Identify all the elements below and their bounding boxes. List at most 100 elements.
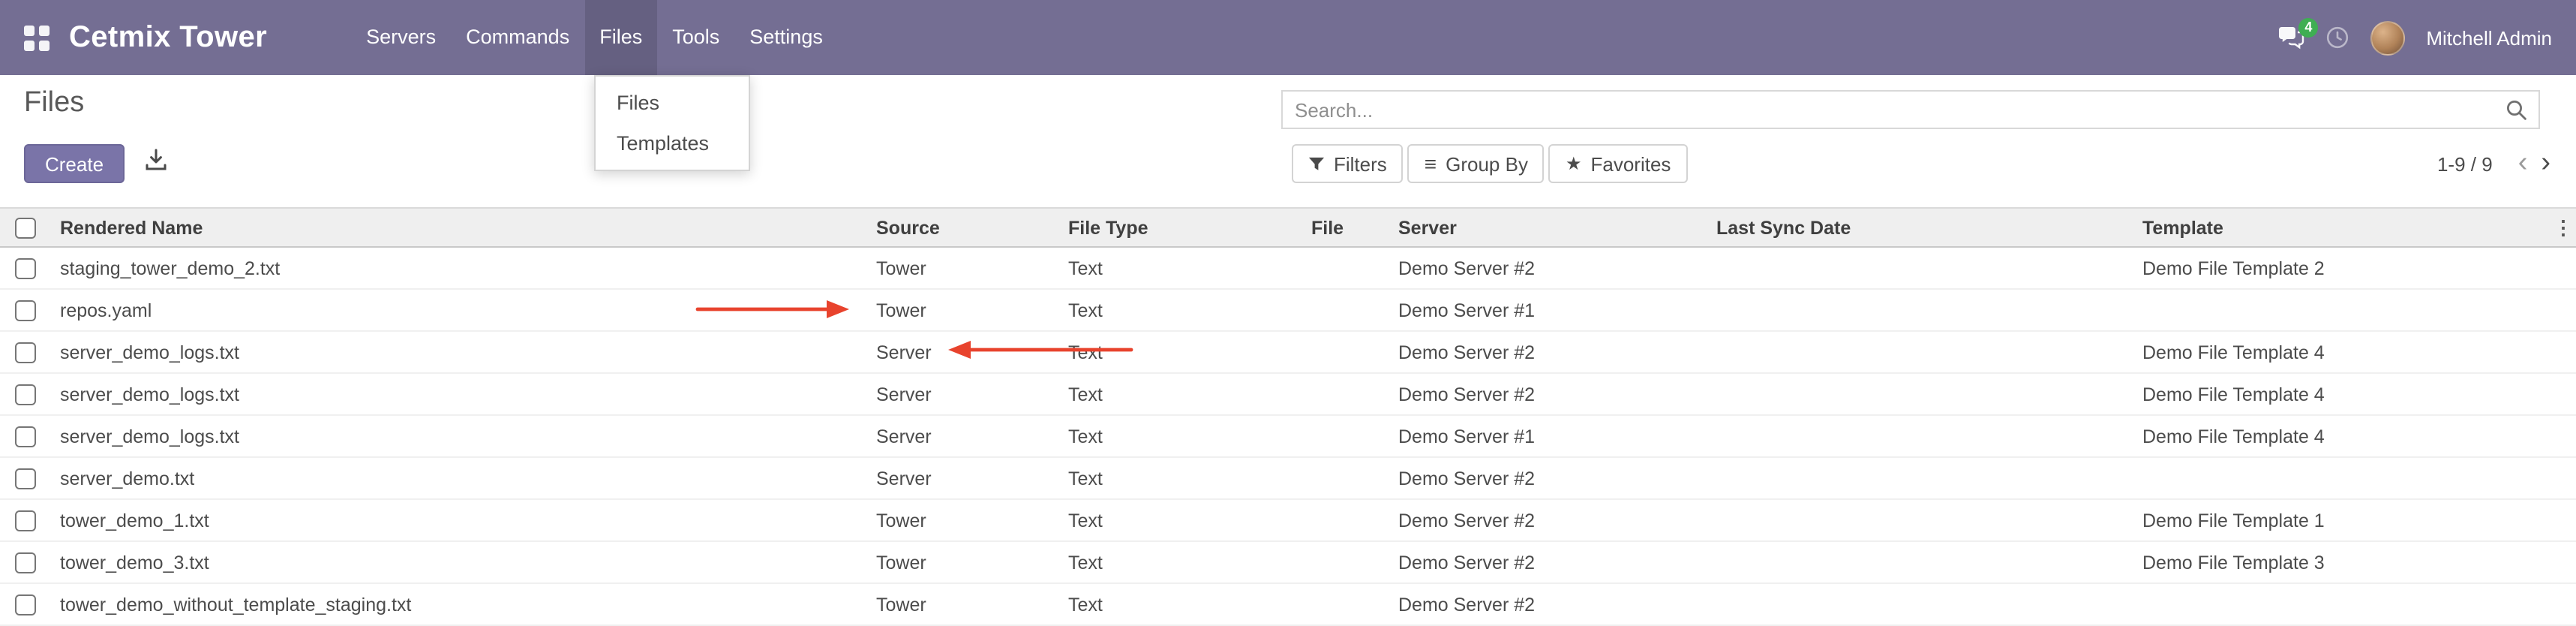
select-all-checkbox[interactable] [15,218,36,239]
files-menu-dropdown: Files Templates [594,75,750,171]
row-checkbox-cell [0,499,54,541]
cell-file [1305,247,1392,289]
cell-file-type: Text [1062,331,1305,373]
cell-file-type: Text [1062,247,1305,289]
cell-last-sync [1710,499,2136,541]
search-options: Filters ≡ Group By ★ Favorites [1292,144,1687,183]
pager-previous-button[interactable]: ‹ [2518,144,2528,183]
search-icon[interactable] [2505,98,2528,121]
cell-last-sync [1710,457,2136,499]
col-file-type[interactable]: File Type [1062,208,1305,247]
filter-funnel-icon [1308,155,1325,172]
cell-file [1305,499,1392,541]
cell-last-sync [1710,541,2136,583]
row-checkbox[interactable] [15,594,36,615]
navbar-systray: 4 Mitchell Admin [2277,20,2576,55]
cell-file-type: Text [1062,415,1305,457]
cell-rendered-name: server_demo_logs.txt [54,415,870,457]
cell-source: Server [870,415,1062,457]
row-checkbox[interactable] [15,342,36,363]
col-file[interactable]: File [1305,208,1392,247]
export-button[interactable] [144,149,168,171]
dropdown-item-templates[interactable]: Templates [596,123,749,164]
row-checkbox[interactable] [15,468,36,489]
row-checkbox-cell [0,373,54,415]
cell-last-sync [1710,373,2136,415]
search-input[interactable] [1283,92,2505,128]
row-checkbox-cell [0,415,54,457]
table-row[interactable]: tower_demo_3.txt Tower Text Demo Server … [0,541,2576,583]
table-row[interactable]: server_demo.txt Server Text Demo Server … [0,457,2576,499]
table-row[interactable]: server_demo_logs.txt Server Text Demo Se… [0,415,2576,457]
col-server[interactable]: Server [1392,208,1710,247]
favorites-button[interactable]: ★ Favorites [1549,144,1687,183]
favorites-label: Favorites [1591,152,1671,175]
user-name[interactable]: Mitchell Admin [2426,26,2552,49]
cell-file [1305,289,1392,331]
table-row[interactable]: tower_demo_1.txt Tower Text Demo Server … [0,499,2576,541]
files-table-body: staging_tower_demo_2.txt Tower Text Demo… [0,247,2576,625]
cell-template: Demo File Template 1 [2136,499,2550,541]
group-by-icon: ≡ [1425,153,1437,174]
row-checkbox[interactable] [15,510,36,531]
select-all-cell [0,208,54,247]
menu-tools[interactable]: Tools [657,0,734,75]
cell-rendered-name: repos.yaml [54,289,870,331]
cell-server: Demo Server #2 [1392,541,1710,583]
row-checkbox[interactable] [15,426,36,447]
cell-server: Demo Server #2 [1392,247,1710,289]
cell-file [1305,373,1392,415]
menu-settings[interactable]: Settings [734,0,838,75]
cell-source: Server [870,373,1062,415]
optional-columns-cell: ⋮ [2550,208,2576,247]
cell-server: Demo Server #2 [1392,373,1710,415]
page-title: Files [24,87,84,120]
group-by-label: Group By [1446,152,1528,175]
col-last-sync-date[interactable]: Last Sync Date [1710,208,2136,247]
messages-button[interactable]: 4 [2277,26,2304,50]
top-navbar: Cetmix Tower Servers Commands Files Tool… [0,0,2576,75]
col-rendered-name[interactable]: Rendered Name [54,208,870,247]
filters-button[interactable]: Filters [1292,144,1404,183]
table-row[interactable]: repos.yaml Tower Text Demo Server #1 [0,289,2576,331]
group-by-button[interactable]: ≡ Group By [1408,144,1545,183]
pager-value: 1-9 / 9 [2437,152,2493,175]
menu-servers[interactable]: Servers [351,0,451,75]
col-source[interactable]: Source [870,208,1062,247]
activities-button[interactable] [2325,26,2349,50]
table-row[interactable]: tower_demo_without_template_staging.txt … [0,583,2576,625]
row-checkbox-cell [0,541,54,583]
cell-template: Demo File Template 4 [2136,373,2550,415]
create-button[interactable]: Create [24,144,125,183]
row-checkbox[interactable] [15,300,36,321]
main-menu: Servers Commands Files Tools Settings [351,0,838,75]
dropdown-item-files[interactable]: Files [596,83,749,123]
table-row[interactable]: server_demo_logs.txt Server Text Demo Se… [0,373,2576,415]
cell-file [1305,331,1392,373]
row-checkbox-cell [0,457,54,499]
app-brand[interactable]: Cetmix Tower [69,20,267,55]
table-header-row: Rendered Name Source File Type File Serv… [0,208,2576,247]
table-row[interactable]: staging_tower_demo_2.txt Tower Text Demo… [0,247,2576,289]
row-checkbox-cell [0,289,54,331]
pager-next-button[interactable]: › [2541,144,2550,183]
col-template[interactable]: Template [2136,208,2550,247]
cell-server: Demo Server #1 [1392,415,1710,457]
cell-template: Demo File Template 3 [2136,541,2550,583]
row-checkbox[interactable] [15,384,36,405]
user-avatar[interactable] [2370,20,2405,55]
cell-file [1305,541,1392,583]
menu-files[interactable]: Files [584,0,657,75]
apps-grid-icon[interactable] [24,25,50,50]
cell-file-type: Text [1062,373,1305,415]
row-checkbox[interactable] [15,258,36,279]
optional-columns-icon[interactable]: ⋮ [2553,215,2573,238]
row-checkbox[interactable] [15,552,36,573]
search-box [1281,90,2540,129]
table-row[interactable]: server_demo_logs.txt Server Text Demo Se… [0,331,2576,373]
cell-rendered-name: server_demo_logs.txt [54,331,870,373]
cell-rendered-name: staging_tower_demo_2.txt [54,247,870,289]
cell-source: Tower [870,247,1062,289]
cell-rendered-name: tower_demo_1.txt [54,499,870,541]
menu-commands[interactable]: Commands [451,0,584,75]
